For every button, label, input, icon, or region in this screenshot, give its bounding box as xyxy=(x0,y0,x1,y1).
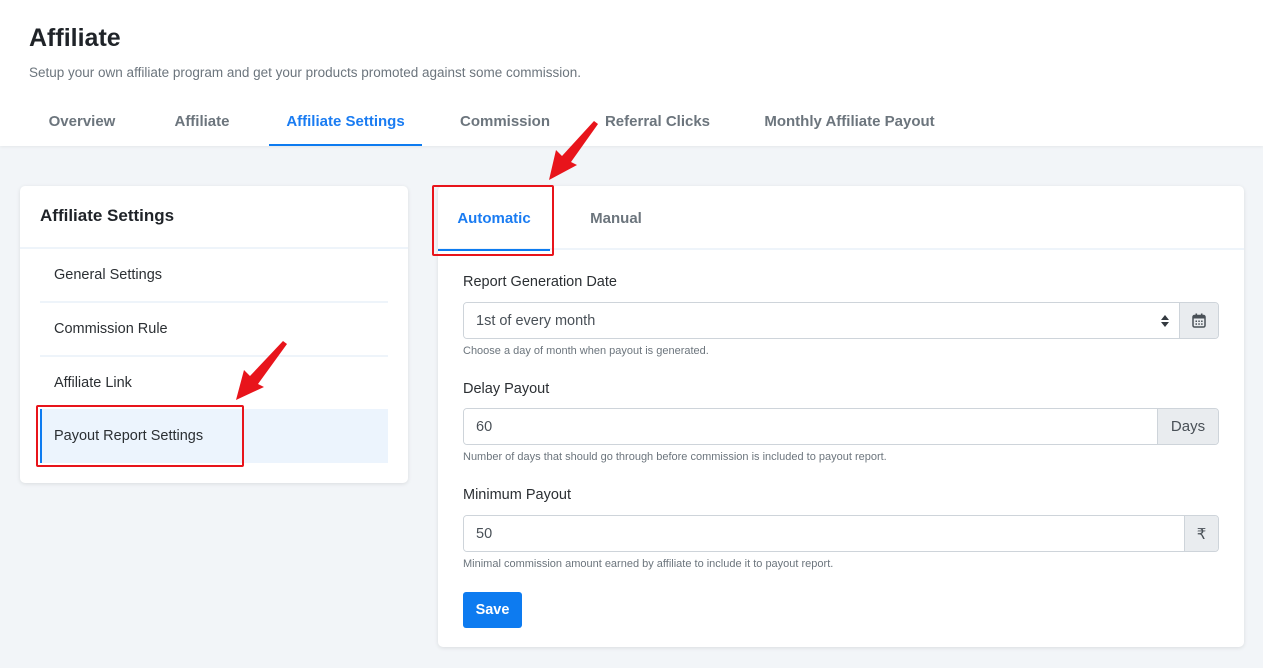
minimum-payout-input[interactable]: 50 xyxy=(464,516,1184,551)
tab-affiliate[interactable]: Affiliate xyxy=(155,96,249,146)
sidebar-item-commission-rule[interactable]: Commission Rule xyxy=(40,303,388,357)
tab-monthly-affiliate-payout[interactable]: Monthly Affiliate Payout xyxy=(747,96,952,146)
tab-automatic[interactable]: Automatic xyxy=(438,186,550,251)
report-date-group: 1st of every month xyxy=(463,302,1219,339)
report-date-help: Choose a day of month when payout is gen… xyxy=(463,345,709,357)
tab-overview[interactable]: Overview xyxy=(29,96,135,146)
payout-mode-tabs: Automatic Manual xyxy=(438,186,1244,251)
days-addon: Days xyxy=(1157,409,1218,444)
tab-referral-clicks[interactable]: Referral Clicks xyxy=(588,96,727,146)
save-button[interactable]: Save xyxy=(463,592,522,628)
calendar-icon xyxy=(1192,313,1206,328)
minimum-payout-label: Minimum Payout xyxy=(463,487,571,503)
report-date-label: Report Generation Date xyxy=(463,274,617,290)
page-header: Affiliate Setup your own affiliate progr… xyxy=(0,0,1263,146)
tab-commission[interactable]: Commission xyxy=(443,96,567,146)
tab-affiliate-settings[interactable]: Affiliate Settings xyxy=(269,96,422,146)
sidebar-title: Affiliate Settings xyxy=(40,206,175,225)
payout-settings-card: Automatic Manual Report Generation Date … xyxy=(438,186,1244,647)
delay-payout-input[interactable]: 60 xyxy=(464,409,1157,444)
tab-manual[interactable]: Manual xyxy=(564,186,668,250)
page-subtitle: Setup your own affiliate program and get… xyxy=(29,65,582,80)
delay-payout-help: Number of days that should go through be… xyxy=(463,451,887,463)
sidebar-item-general-settings[interactable]: General Settings xyxy=(40,249,388,303)
report-date-value: 1st of every month xyxy=(476,312,596,329)
page-title: Affiliate xyxy=(29,24,121,52)
rupee-addon: ₹ xyxy=(1184,516,1218,551)
minimum-payout-group: 50 ₹ xyxy=(463,515,1219,552)
sidebar-item-payout-report-settings[interactable]: Payout Report Settings xyxy=(40,409,388,463)
delay-payout-label: Delay Payout xyxy=(463,381,550,397)
delay-payout-group: 60 Days xyxy=(463,408,1219,445)
select-arrows-icon xyxy=(1161,314,1169,327)
report-date-select[interactable]: 1st of every month xyxy=(464,303,1179,338)
settings-sidebar-card: Affiliate Settings General Settings Comm… xyxy=(20,186,408,483)
minimum-payout-help: Minimal commission amount earned by affi… xyxy=(463,558,834,570)
sidebar-item-affiliate-link[interactable]: Affiliate Link xyxy=(40,357,388,411)
calendar-addon[interactable] xyxy=(1179,303,1218,338)
